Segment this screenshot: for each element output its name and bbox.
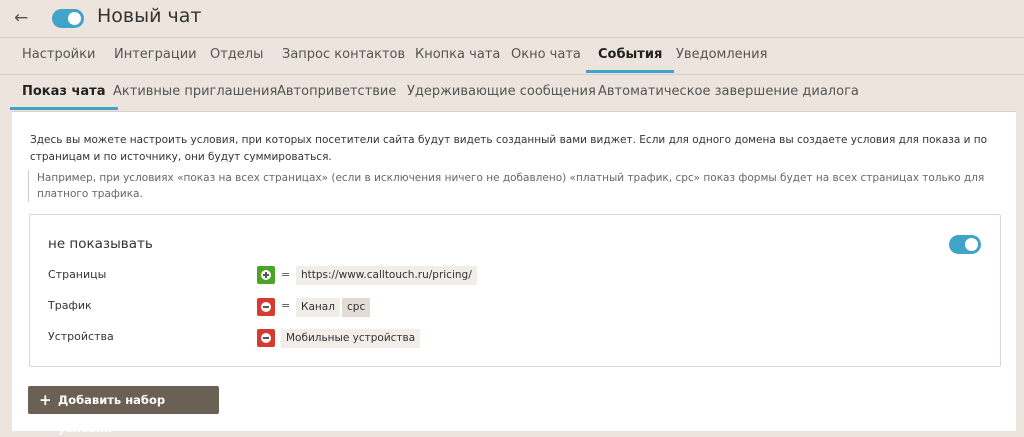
arrow-left-icon[interactable]: ←: [14, 8, 28, 28]
tab-chat-display[interactable]: Показ чата: [10, 75, 117, 110]
tab-events[interactable]: События: [585, 38, 675, 73]
condition-value-chip[interactable]: cpc: [342, 298, 371, 317]
include-plus-icon[interactable]: [257, 266, 275, 284]
example-note: Например, при условиях «показ на всех ст…: [28, 170, 1003, 202]
tab-settings[interactable]: Настройки: [22, 38, 95, 73]
page-title: Новый чат: [97, 5, 202, 27]
condition-set: не показывать Страницы = https://www.cal…: [29, 214, 1001, 367]
row-label-traffic: Трафик: [48, 299, 92, 312]
tab-active-invitations[interactable]: Активные приглашения: [113, 75, 277, 110]
equals-sign: =: [281, 299, 291, 312]
tab-contact-request[interactable]: Запрос контактов: [282, 38, 405, 73]
equals-sign: =: [281, 268, 291, 281]
row-label-pages: Страницы: [48, 268, 107, 281]
secondary-tabs: Показ чата Активные приглашения Автоприв…: [0, 74, 1024, 111]
tab-departments[interactable]: Отделы: [210, 38, 263, 73]
tab-auto-close-dialog[interactable]: Автоматическое завершение диалога: [598, 75, 859, 110]
plus-icon: +: [39, 391, 52, 409]
tab-retention-messages[interactable]: Удерживающие сообщения: [407, 75, 596, 110]
condition-value-chip[interactable]: Мобильные устройства: [281, 329, 421, 348]
tab-integrations[interactable]: Интеграции: [114, 38, 197, 73]
add-condition-set-label: Добавить набор условий: [58, 393, 166, 435]
tab-chat-window[interactable]: Окно чата: [511, 38, 581, 73]
chat-enabled-toggle[interactable]: [52, 9, 84, 28]
content-panel: Здесь вы можете настроить условия, при к…: [12, 111, 1016, 435]
condition-set-title: не показывать: [48, 236, 153, 252]
row-label-devices: Устройства: [48, 330, 114, 343]
add-condition-set-button[interactable]: + Добавить набор условий: [28, 386, 219, 435]
exclude-minus-icon[interactable]: [257, 329, 275, 347]
tab-auto-greeting[interactable]: Автоприветствие: [277, 75, 396, 110]
tab-chat-button[interactable]: Кнопка чата: [415, 38, 500, 73]
intro-text: Здесь вы можете настроить условия, при к…: [30, 134, 988, 163]
condition-value-chip[interactable]: Канал: [296, 298, 340, 317]
tab-notifications[interactable]: Уведомления: [676, 38, 767, 73]
primary-tabs: Настройки Интеграции Отделы Запрос конта…: [0, 37, 1024, 73]
header: ← Новый чат: [0, 0, 1024, 37]
exclude-minus-icon[interactable]: [257, 298, 275, 316]
condition-value-chip[interactable]: https://www.calltouch.ru/pricing/: [296, 266, 477, 285]
condition-set-toggle[interactable]: [949, 235, 981, 254]
